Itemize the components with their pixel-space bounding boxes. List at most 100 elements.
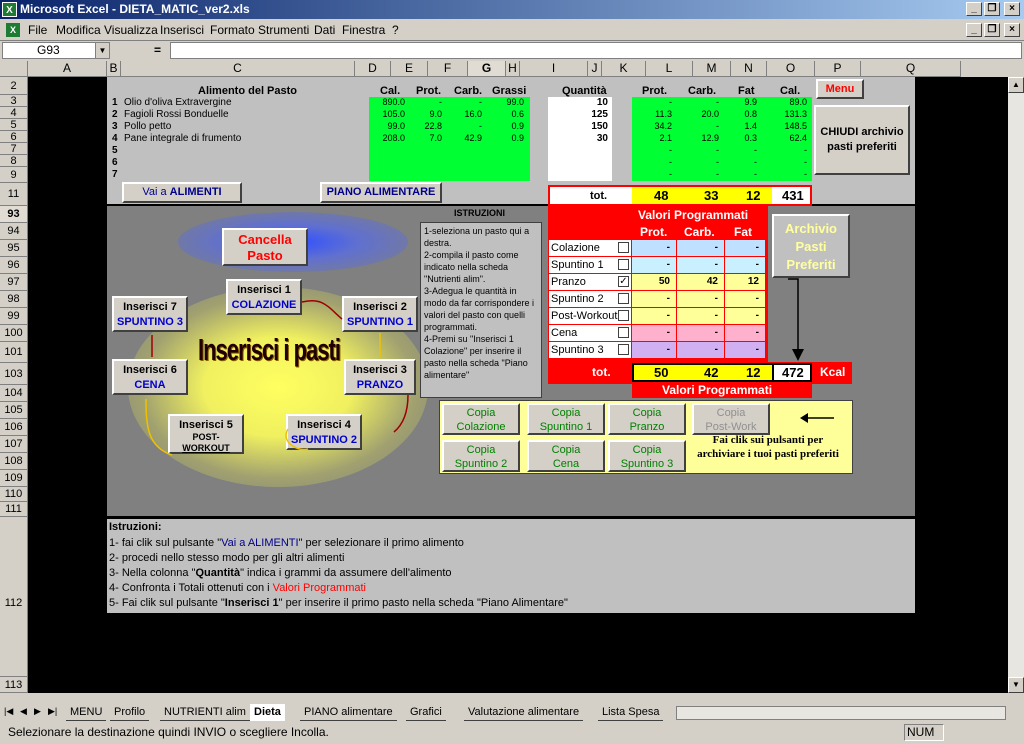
row-header-105[interactable]: 105 — [0, 402, 28, 419]
row-header-4[interactable]: 4 — [0, 107, 28, 119]
tab-nav-next-icon[interactable]: ▶ — [34, 706, 41, 717]
menu-dati[interactable]: Dati — [314, 23, 335, 37]
column-header-p[interactable]: P — [815, 61, 861, 77]
column-header-i[interactable]: I — [520, 61, 588, 77]
row-header-11[interactable]: 11 — [0, 183, 28, 206]
row-header-7[interactable]: 7 — [0, 143, 28, 155]
column-header-k[interactable]: K — [602, 61, 646, 77]
prog-meal-5-checkbox[interactable] — [618, 310, 629, 321]
menu-inserisci[interactable]: Inserisci — [160, 23, 204, 37]
scroll-down-icon[interactable]: ▼ — [1008, 677, 1024, 693]
tab-nav-prev-icon[interactable]: ◀ — [20, 706, 27, 717]
select-all-corner[interactable] — [0, 61, 28, 77]
menu-visualizza[interactable]: Visualizza — [104, 23, 158, 37]
menu-button[interactable]: Menu — [816, 79, 864, 99]
vertical-scrollbar[interactable]: ▲ ▼ — [1008, 77, 1024, 693]
menu-modifica[interactable]: Modifica — [56, 23, 101, 37]
workbook-icon[interactable]: X — [6, 23, 20, 37]
row-header-94[interactable]: 94 — [0, 223, 28, 240]
menu-strumenti[interactable]: Strumenti — [258, 23, 309, 37]
prog-meal-1-checkbox[interactable] — [618, 242, 629, 253]
row-header-3[interactable]: 3 — [0, 95, 28, 107]
column-header-f[interactable]: F — [428, 61, 468, 77]
row-header-98[interactable]: 98 — [0, 291, 28, 308]
doc-minimize-button[interactable]: _ — [966, 23, 982, 37]
meal-row-4-qty[interactable]: 30 — [548, 133, 608, 144]
tab-dieta[interactable]: Dieta — [250, 704, 285, 721]
column-header-c[interactable]: C — [121, 61, 355, 77]
row-header-2[interactable]: 2 — [0, 77, 28, 95]
horizontal-scrollbar[interactable] — [676, 706, 1006, 720]
chevron-down-icon[interactable]: ▼ — [95, 43, 109, 58]
column-header-q[interactable]: Q — [861, 61, 961, 77]
doc-close-button[interactable]: × — [1004, 23, 1020, 37]
row-header-5[interactable]: 5 — [0, 119, 28, 131]
row-header-6[interactable]: 6 — [0, 131, 28, 143]
row-header-95[interactable]: 95 — [0, 240, 28, 257]
minimize-button[interactable]: _ — [966, 2, 982, 16]
row-header-111[interactable]: 111 — [0, 502, 28, 517]
column-header-j[interactable]: J — [588, 61, 602, 77]
row-header-96[interactable]: 96 — [0, 257, 28, 274]
copia-button-7[interactable]: Copia Spuntino 3 — [608, 440, 686, 472]
tab-lista-spesa[interactable]: Lista Spesa — [598, 704, 664, 721]
tab-nav-last-icon[interactable]: ▶| — [48, 706, 57, 717]
prog-meal-7-checkbox[interactable] — [618, 344, 629, 355]
column-header-d[interactable]: D — [355, 61, 391, 77]
column-header-h[interactable]: H — [506, 61, 520, 77]
row-header-108[interactable]: 108 — [0, 453, 28, 470]
prog-meal-3-checkbox[interactable]: ✓ — [618, 276, 629, 287]
column-header-g[interactable]: G — [468, 61, 506, 77]
column-header-b[interactable]: B — [107, 61, 121, 77]
row-header-113[interactable]: 113 — [0, 677, 28, 693]
tab-nav-first-icon[interactable]: |◀ — [4, 706, 13, 717]
row-header-106[interactable]: 106 — [0, 419, 28, 436]
copia-button-6[interactable]: Copia Cena — [527, 440, 605, 472]
menu-help[interactable]: ? — [392, 23, 399, 37]
tab-profilo[interactable]: Profilo — [110, 704, 150, 721]
scroll-up-icon[interactable]: ▲ — [1008, 77, 1024, 93]
menu-formato[interactable]: Formato — [210, 23, 255, 37]
tab-nutrienti-alim[interactable]: NUTRIENTI alim — [160, 704, 250, 721]
doc-restore-button[interactable]: ❐ — [984, 23, 1000, 37]
chiudi-archivio-button[interactable]: CHIUDI archivio pasti preferiti — [814, 105, 910, 175]
row-header-100[interactable]: 100 — [0, 325, 28, 342]
column-header-m[interactable]: M — [693, 61, 731, 77]
vai-alimenti-button[interactable]: Vai a ALIMENTI — [122, 182, 242, 203]
meal-row-2-qty[interactable]: 125 — [548, 109, 608, 120]
column-header-n[interactable]: N — [731, 61, 767, 77]
row-header-104[interactable]: 104 — [0, 385, 28, 402]
sheet-area[interactable]: Alimento del Pasto Cal. Prot. Carb. Gras… — [28, 77, 1008, 693]
tab-valutazione-alimentare[interactable]: Valutazione alimentare — [464, 704, 584, 721]
row-header-97[interactable]: 97 — [0, 274, 28, 291]
row-header-101[interactable]: 101 — [0, 342, 28, 363]
row-header-9[interactable]: 9 — [0, 167, 28, 183]
copia-button-4[interactable]: Copia Post-Work — [692, 403, 770, 435]
menu-finestra[interactable]: Finestra — [342, 23, 385, 37]
copia-button-1[interactable]: Copia Colazione — [442, 403, 520, 435]
copia-button-5[interactable]: Copia Spuntino 2 — [442, 440, 520, 472]
column-header-e[interactable]: E — [391, 61, 428, 77]
column-header-o[interactable]: O — [767, 61, 815, 77]
tab-menu[interactable]: MENU — [66, 704, 107, 721]
archivio-pasti-button[interactable]: Archivio Pasti Preferiti — [772, 214, 850, 278]
row-header-103[interactable]: 103 — [0, 363, 28, 385]
row-header-8[interactable]: 8 — [0, 155, 28, 167]
row-header-109[interactable]: 109 — [0, 470, 28, 487]
menu-file[interactable]: File — [28, 23, 47, 37]
copia-button-2[interactable]: Copia Spuntino 1 — [527, 403, 605, 435]
close-button[interactable]: × — [1004, 2, 1020, 16]
row-header-99[interactable]: 99 — [0, 308, 28, 325]
meal-row-3-qty[interactable]: 150 — [548, 121, 608, 132]
name-box[interactable]: G93 ▼ — [2, 42, 110, 59]
prog-meal-6-checkbox[interactable] — [618, 327, 629, 338]
row-header-93[interactable]: 93 — [0, 206, 28, 223]
row-header-112[interactable]: 112 — [0, 517, 28, 677]
formula-input[interactable] — [170, 42, 1022, 59]
piano-alimentare-button[interactable]: PIANO ALIMENTARE — [320, 182, 442, 203]
copia-button-3[interactable]: Copia Pranzo — [608, 403, 686, 435]
tab-grafici[interactable]: Grafici — [406, 704, 446, 721]
column-header-a[interactable]: A — [28, 61, 107, 77]
meal-row-1-qty[interactable]: 10 — [548, 97, 608, 108]
tab-piano-alimentare[interactable]: PIANO alimentare — [300, 704, 397, 721]
